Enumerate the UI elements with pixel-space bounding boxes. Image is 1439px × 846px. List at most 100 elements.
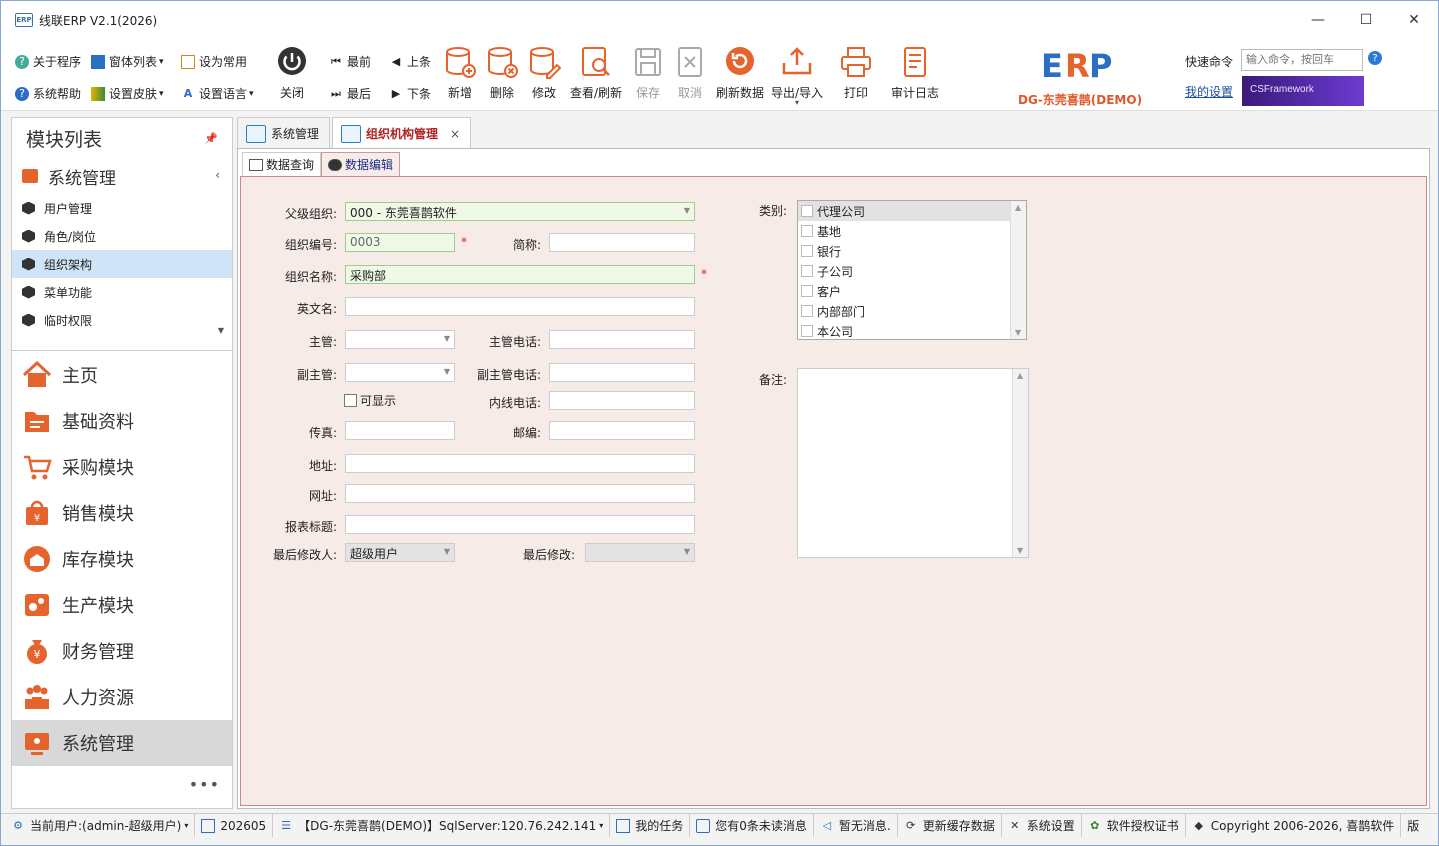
category-item[interactable]: 基地 — [798, 221, 1026, 241]
list-scrollbar[interactable]: ▲ ▼ — [1010, 201, 1026, 339]
status-notice[interactable]: ◁ 暂无消息. — [814, 814, 898, 837]
upload-icon — [782, 47, 812, 75]
tab-org-mgmt[interactable]: 组织机构管理 × — [332, 117, 472, 149]
manager-phone-field[interactable] — [549, 330, 695, 349]
fax-field[interactable] — [345, 421, 455, 440]
csframework-banner[interactable]: CSFramework — [1242, 76, 1364, 106]
user-gear-icon: ⚙ — [13, 819, 23, 832]
print-button[interactable]: 打印 — [831, 45, 881, 101]
more-options-icon[interactable]: ••• — [189, 775, 220, 794]
module-basic-data[interactable]: 基础资料 — [12, 398, 232, 444]
tab-close-icon[interactable]: × — [450, 127, 460, 141]
sidebar-item-users[interactable]: 用户管理 — [12, 194, 232, 222]
close-module-button[interactable]: 关闭 — [267, 45, 317, 101]
cancel-button[interactable]: 取消 — [665, 45, 715, 101]
status-sys-settings[interactable]: ✕ 系统设置 — [1002, 814, 1082, 837]
sidebar-item-menu[interactable]: 菜单功能 — [12, 278, 232, 306]
help-button[interactable]: ? 系统帮助 — [15, 85, 81, 102]
deputy-phone-field[interactable] — [549, 363, 695, 382]
org-code-field[interactable]: 0003 — [345, 233, 455, 252]
deputy-phone-label: 副主管电话: — [476, 368, 541, 382]
audit-log-button[interactable]: 审计日志 — [887, 45, 943, 101]
set-common-button[interactable]: 设为常用 — [181, 53, 247, 70]
ext-phone-field[interactable] — [549, 391, 695, 410]
visible-checkbox[interactable]: 可显示 — [344, 392, 396, 409]
zip-field[interactable] — [549, 421, 695, 440]
status-user[interactable]: ⚙ 当前用户:(admin-超级用户) ▾ — [1, 814, 196, 837]
category-item[interactable]: 客户 — [798, 281, 1026, 301]
org-name-field[interactable]: 采购部 — [345, 265, 695, 284]
module-purchase[interactable]: 采购模块 — [12, 444, 232, 490]
quick-command-help-icon[interactable]: ? — [1368, 51, 1382, 65]
quick-command-label: 快速命令 — [1185, 55, 1234, 69]
refresh-data-button[interactable]: 刷新数据 — [711, 45, 769, 101]
address-field[interactable] — [345, 454, 695, 473]
document-tabs: 系统管理 组织机构管理 × — [237, 117, 473, 149]
deputy-select[interactable]: ▼ — [345, 363, 455, 382]
tab-data-query[interactable]: 数据查询 — [242, 152, 322, 176]
scroll-down-icon[interactable]: ▼ — [218, 326, 224, 335]
en-name-field[interactable] — [345, 297, 695, 316]
ext-phone-label: 内线电话: — [488, 396, 541, 410]
last-record-button[interactable]: ⏭ 最后 — [329, 85, 371, 102]
tab-data-edit[interactable]: 数据编辑 — [321, 152, 401, 176]
status-license[interactable]: ✿ 软件授权证书 — [1082, 814, 1186, 837]
next-record-button[interactable]: ▶ 下条 — [389, 85, 431, 102]
manager-label: 主管: — [308, 335, 337, 349]
category-item[interactable]: 代理公司 — [798, 201, 1026, 221]
parent-org-select[interactable]: 000 - 东莞喜鹊软件 ▼ — [345, 202, 695, 221]
pin-icon[interactable]: 📌 — [204, 132, 218, 145]
module-home[interactable]: 主页 — [12, 352, 232, 398]
category-item[interactable]: 银行 — [798, 241, 1026, 261]
view-refresh-button[interactable]: 查看/刷新 — [565, 45, 627, 101]
database-delete-icon — [488, 47, 518, 78]
module-inventory[interactable]: 库存模块 — [12, 536, 232, 582]
my-settings-link[interactable]: 我的设置 — [1185, 83, 1233, 100]
scroll-down-icon[interactable]: ▼ — [1015, 328, 1021, 337]
chevron-down-icon: ▼ — [683, 547, 690, 556]
module-hr[interactable]: 人力资源 — [12, 674, 232, 720]
certificate-icon: ✿ — [1090, 819, 1100, 832]
status-tasks[interactable]: 我的任务 — [610, 814, 691, 837]
first-record-button[interactable]: ⏮ 最前 — [329, 53, 371, 70]
remark-textarea[interactable]: ▲ ▼ — [797, 368, 1029, 558]
scroll-up-icon[interactable]: ▲ — [1017, 371, 1023, 380]
maximize-button[interactable]: ☐ — [1342, 1, 1390, 39]
category-item[interactable]: 本公司 — [798, 321, 1026, 339]
about-button[interactable]: ? 关于程序 — [15, 53, 81, 70]
status-messages[interactable]: 您有0条未读消息 — [690, 814, 814, 837]
category-item[interactable]: 子公司 — [798, 261, 1026, 281]
export-import-button[interactable]: 导出/导入 ▾ — [767, 45, 827, 107]
memo-scrollbar[interactable]: ▲ ▼ — [1012, 369, 1028, 557]
tab-system-mgmt[interactable]: 系统管理 — [237, 117, 331, 149]
report-title-field[interactable] — [345, 515, 695, 534]
status-refresh-cache[interactable]: ⟳ 更新缓存数据 — [898, 814, 1002, 837]
quick-command-input[interactable] — [1241, 49, 1363, 71]
prev-record-button[interactable]: ◀ 上条 — [389, 53, 431, 70]
short-name-field[interactable] — [549, 233, 695, 252]
scroll-down-icon[interactable]: ▼ — [1017, 546, 1023, 555]
sidebar-item-temp-perm[interactable]: 临时权限 — [12, 306, 232, 334]
language-button[interactable]: A 设置语言 ▾ — [181, 85, 254, 102]
module-finance[interactable]: ¥ 财务管理 — [12, 628, 232, 674]
checkbox-box — [801, 325, 813, 337]
window-list-button[interactable]: 窗体列表 ▾ — [91, 53, 164, 70]
manager-select[interactable]: ▼ — [345, 330, 455, 349]
minimize-button[interactable]: — — [1294, 1, 1342, 39]
skin-button[interactable]: 设置皮肤 ▾ — [91, 85, 164, 102]
module-production[interactable]: 生产模块 — [12, 582, 232, 628]
svg-text:¥: ¥ — [34, 513, 40, 524]
module-sales[interactable]: ¥ 销售模块 — [12, 490, 232, 536]
sidebar-item-org[interactable]: 组织架构 — [12, 250, 232, 278]
website-field[interactable] — [345, 484, 695, 503]
scroll-up-icon[interactable]: ▲ — [1015, 203, 1021, 212]
close-window-button[interactable]: ✕ — [1390, 1, 1438, 39]
sidebar-item-roles[interactable]: 角色/岗位 — [12, 222, 232, 250]
sidebar-group-system[interactable]: 系统管理 ‹ — [12, 158, 232, 194]
status-server[interactable]: ☰ 【DG-东莞喜鹊(DEMO)】SqlServer:120.76.242.14… — [273, 814, 611, 837]
category-checklist[interactable]: 代理公司 基地 银行 子公司 客户 内部部门 本公司 ▲ ▼ — [797, 200, 1027, 340]
category-item[interactable]: 内部部门 — [798, 301, 1026, 321]
module-system[interactable]: 系统管理 — [12, 720, 232, 766]
edit-button[interactable]: 修改 — [519, 45, 569, 101]
cancel-icon — [678, 47, 702, 77]
